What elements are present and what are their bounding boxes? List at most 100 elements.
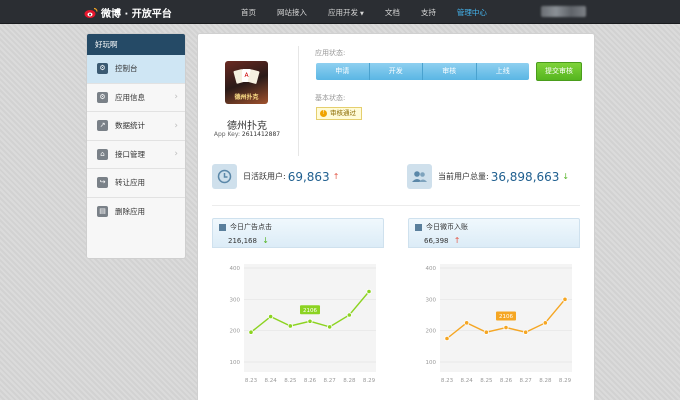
app-status-label: 应用状态: bbox=[315, 49, 346, 57]
daily-active-stat: 日活跃用户: 69,863 ↑ bbox=[212, 164, 339, 189]
chevron-right-icon: › bbox=[174, 120, 178, 131]
weibo-logo[interactable]: 微博 · 开放平台 bbox=[84, 5, 172, 20]
user-account-blurred[interactable] bbox=[541, 6, 586, 17]
total-users-stat: 当前用户总量: 36,898,663 ↓ bbox=[407, 164, 569, 189]
x-tick-label: 8.24 bbox=[461, 378, 474, 384]
step-apply: 申请 bbox=[316, 63, 370, 80]
logo-text: 微博 · 开放平台 bbox=[101, 9, 172, 20]
app-icon: A 德州扑克 bbox=[225, 61, 268, 104]
nav-support[interactable]: 支持 bbox=[421, 7, 436, 18]
sidebar-item-api-management[interactable]: ⌂ 接口管理 › bbox=[87, 141, 185, 169]
x-tick-label: 8.29 bbox=[559, 378, 572, 384]
nav-home[interactable]: 首页 bbox=[241, 7, 256, 18]
data-point bbox=[523, 329, 529, 335]
main-panel: A 德州扑克 德州扑克 App Key: 2611412887 应用状态: 申请… bbox=[197, 33, 595, 400]
y-tick-label: 300 bbox=[426, 297, 437, 303]
coin-income-title-text: 今日微币入账 bbox=[426, 223, 468, 231]
x-tick-label: 8.27 bbox=[324, 378, 337, 384]
sidebar-item-label: 数据统计 bbox=[115, 121, 145, 131]
y-tick-label: 200 bbox=[230, 329, 241, 335]
daily-active-label: 日活跃用户: bbox=[243, 172, 286, 181]
step-online: 上线 bbox=[476, 63, 529, 80]
sidebar-item-delete-app[interactable]: ▤ 删除应用 bbox=[87, 198, 185, 227]
sidebar-item-label: 控制台 bbox=[115, 64, 138, 74]
arrow-down-icon: ↓ bbox=[262, 236, 269, 245]
nav-management-center[interactable]: 管理中心 bbox=[457, 7, 487, 18]
submit-review-button[interactable]: 提交审核 bbox=[536, 62, 582, 81]
total-users-value: 36,898,663 bbox=[490, 169, 560, 184]
status-steps: 申请 开发 审核 上线 bbox=[316, 63, 529, 80]
basic-status-label: 基本状态: bbox=[315, 94, 346, 102]
status-badge: ! 审核通过 bbox=[316, 107, 362, 120]
horizontal-divider bbox=[212, 205, 580, 206]
arrow-down-icon: ↓ bbox=[562, 172, 570, 181]
sidebar-item-label: 接口管理 bbox=[115, 149, 145, 159]
top-navbar: 微博 · 开放平台 首页 网站接入 应用开发 ▼ 文档 支持 管理中心 bbox=[0, 0, 680, 24]
gear-icon: ⚙ bbox=[97, 91, 108, 103]
data-point bbox=[542, 320, 548, 326]
x-tick-label: 8.28 bbox=[539, 378, 552, 384]
x-tick-label: 8.26 bbox=[304, 378, 317, 384]
x-tick-label: 8.26 bbox=[500, 378, 513, 384]
data-point bbox=[287, 323, 293, 329]
sidebar-item-label: 应用信息 bbox=[115, 92, 145, 102]
sidebar-item-console[interactable]: ⚙ 控制台 bbox=[87, 55, 185, 84]
value-tooltip-label: 2106 bbox=[303, 308, 317, 314]
y-tick-label: 400 bbox=[230, 266, 241, 272]
arrow-up-icon: ↑ bbox=[453, 236, 461, 245]
data-point bbox=[483, 329, 489, 335]
nav-website-access[interactable]: 网站接入 bbox=[277, 7, 307, 18]
total-users-label: 当前用户总量: bbox=[438, 172, 489, 181]
data-point bbox=[327, 324, 333, 330]
data-point bbox=[503, 324, 509, 331]
y-tick-label: 200 bbox=[426, 329, 437, 335]
sidebar-item-label: 转让应用 bbox=[115, 178, 145, 188]
coin-income-card-header: 今日微币入账 66,398 ↑ bbox=[408, 218, 580, 248]
ad-clicks-card-header: 今日广告点击 216,168 ↓ bbox=[212, 218, 384, 248]
clock-icon bbox=[212, 164, 237, 189]
data-point bbox=[248, 329, 254, 335]
coin-income-line-chart: 100 200 300 400 8.23 8.24 8.25 8.26 8.27 8.28 8.29… bbox=[426, 264, 572, 384]
sidebar-item-data-stats[interactable]: ↗ 数据统计 › bbox=[87, 112, 185, 141]
data-point bbox=[268, 313, 274, 320]
ad-clicks-line-chart: 100 200 300 400 8.23 8.24 8.25 8.26 8.27 8.28 8.29… bbox=[230, 264, 376, 384]
data-point bbox=[366, 288, 372, 295]
nav-app-dev[interactable]: 应用开发 ▼ bbox=[328, 7, 364, 18]
trash-icon: ▤ bbox=[97, 206, 108, 218]
step-review: 审核 bbox=[423, 63, 477, 80]
arrow-up-icon: ↑ bbox=[332, 172, 340, 181]
x-tick-label: 8.25 bbox=[480, 378, 493, 384]
weibo-logo-icon bbox=[84, 7, 98, 18]
sidebar-item-label: 删除应用 bbox=[115, 207, 145, 217]
step-develop: 开发 bbox=[369, 63, 423, 80]
plug-icon: ⌂ bbox=[97, 148, 108, 160]
sidebar-item-transfer-app[interactable]: ↪ 转让应用 bbox=[87, 169, 185, 198]
plot-area bbox=[244, 264, 376, 372]
coin-income-subtitle: 66,398 ↑ bbox=[424, 236, 573, 245]
coin-income-card: 今日微币入账 66,398 ↑ 100 200 300 400 8.23 8.24 8.25… bbox=[408, 218, 580, 400]
app-icon-caption: 德州扑克 bbox=[234, 94, 259, 101]
app-name: 德州扑克 bbox=[227, 121, 267, 132]
main-nav: 首页 网站接入 应用开发 ▼ 文档 支持 管理中心 bbox=[241, 0, 508, 24]
coin-income-title: 今日微币入账 bbox=[415, 222, 573, 232]
sidebar-item-app-info[interactable]: ⚙ 应用信息 › bbox=[87, 84, 185, 112]
app-key: App Key: 2611412887 bbox=[198, 131, 296, 138]
x-tick-label: 8.24 bbox=[265, 378, 278, 384]
ad-clicks-title: 今日广告点击 bbox=[219, 222, 377, 232]
nav-docs[interactable]: 文档 bbox=[385, 7, 400, 18]
x-tick-label: 8.23 bbox=[245, 378, 258, 384]
info-icon: ! bbox=[320, 110, 327, 117]
value-tooltip-label: 2106 bbox=[499, 314, 513, 320]
y-tick-label: 100 bbox=[426, 360, 437, 366]
ad-clicks-subtitle: 216,168 ↓ bbox=[228, 236, 377, 245]
x-tick-label: 8.23 bbox=[441, 378, 454, 384]
data-point bbox=[444, 335, 450, 342]
sliders-icon: ⚙ bbox=[97, 63, 108, 75]
x-tick-label: 8.28 bbox=[343, 378, 356, 384]
x-tick-label: 8.27 bbox=[520, 378, 533, 384]
x-tick-label: 8.29 bbox=[363, 378, 376, 384]
y-tick-label: 300 bbox=[230, 297, 241, 303]
sidebar: 好玩啊 ⚙ 控制台 ⚙ 应用信息 › ↗ 数据统计 › ⌂ 接口管理 › ↪ 转… bbox=[86, 33, 186, 259]
daily-active-value: 69,863 bbox=[287, 169, 330, 184]
chart-icon: ↗ bbox=[97, 120, 108, 132]
